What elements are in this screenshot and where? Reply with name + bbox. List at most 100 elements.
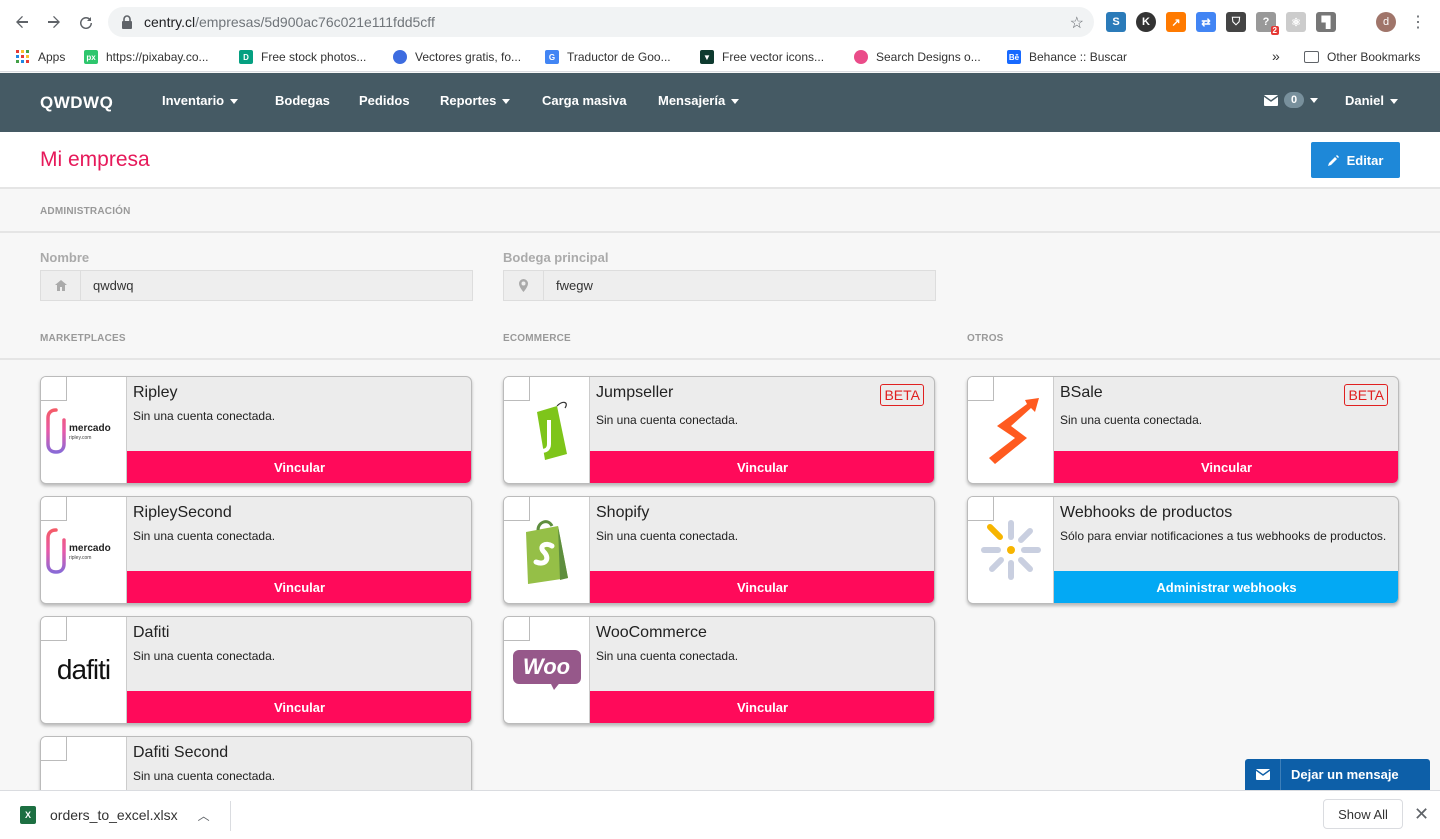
- extension-shield-icon[interactable]: ⛉: [1226, 12, 1246, 32]
- logo-subtext: ripley.com: [69, 555, 92, 561]
- bookmark-label: Free vector icons...: [722, 50, 825, 64]
- logo-text: mercado: [69, 423, 111, 434]
- logo-text: dafiti: [56, 654, 111, 685]
- nav-inventario[interactable]: Inventario: [162, 93, 239, 108]
- extension-paint-icon[interactable]: ▜: [1316, 12, 1336, 32]
- home-icon: [41, 271, 81, 300]
- vincular-button[interactable]: Vincular: [1054, 451, 1398, 483]
- show-all-button[interactable]: Show All: [1323, 799, 1403, 829]
- vincular-button[interactable]: Vincular: [590, 691, 934, 723]
- user-name: Daniel: [1345, 93, 1385, 108]
- nombre-field[interactable]: qwdwq: [40, 270, 473, 301]
- nav-pedidos[interactable]: Pedidos: [359, 93, 410, 108]
- extension-k-icon[interactable]: K: [1136, 12, 1156, 32]
- caret-down-icon: [1390, 99, 1399, 105]
- vincular-button[interactable]: Vincular: [127, 451, 471, 483]
- back-icon[interactable]: [6, 6, 38, 38]
- map-marker-icon: [504, 271, 544, 300]
- nav-label: Bodegas: [275, 93, 330, 108]
- bookmark-label: https://pixabay.co...: [106, 50, 209, 64]
- caret-down-icon: [1310, 97, 1319, 103]
- vincular-button[interactable]: Vincular: [590, 571, 934, 603]
- card-bsale: BSale BETA Sin una cuenta conectada. Vin…: [967, 376, 1399, 484]
- leave-message-label: Dejar un mensaje: [1291, 767, 1399, 782]
- card-desc: Sin una cuenta conectada.: [133, 409, 276, 423]
- bookmark-pixabay[interactable]: px https://pixabay.co...: [84, 50, 209, 64]
- vincular-button[interactable]: Vincular: [127, 691, 471, 723]
- downloads-bar: X orders_to_excel.xlsx ︿ Show All ✕: [0, 790, 1440, 839]
- envelope-icon: [1264, 94, 1278, 106]
- bookmark-star-icon[interactable]: ☆: [1070, 13, 1084, 33]
- edit-button[interactable]: Editar: [1311, 142, 1400, 178]
- address-bar[interactable]: centry.cl/empresas/5d900ac76c021e111fdd5…: [108, 7, 1094, 37]
- card-checkbox[interactable]: [41, 377, 67, 401]
- vincular-button[interactable]: Vincular: [127, 571, 471, 603]
- card-desc: Sin una cuenta conectada.: [133, 529, 276, 543]
- administrar-webhooks-button[interactable]: Administrar webhooks: [1054, 571, 1398, 603]
- extension-chart-icon[interactable]: ↗: [1166, 12, 1186, 32]
- chevron-up-icon[interactable]: ︿: [198, 807, 210, 824]
- page-title: Mi empresa: [40, 148, 150, 171]
- card-checkbox[interactable]: [504, 617, 530, 641]
- beta-badge: BETA: [1344, 384, 1388, 406]
- bookmark-traductor[interactable]: G Traductor de Goo...: [545, 50, 671, 64]
- forward-icon[interactable]: [38, 6, 70, 38]
- bookmark-free-stock[interactable]: D Free stock photos...: [239, 50, 366, 64]
- nav-mensajeria[interactable]: Mensajería: [658, 93, 740, 108]
- mail-count-badge: 0: [1284, 92, 1305, 108]
- card-ripley-second: mercado ripley.com RipleySecond Sin una …: [40, 496, 472, 604]
- card-checkbox[interactable]: [41, 737, 67, 761]
- card-checkbox[interactable]: [968, 497, 994, 521]
- bookmark-behance[interactable]: Bē Behance :: Buscar: [1007, 50, 1127, 64]
- other-bookmarks[interactable]: Other Bookmarks: [1304, 50, 1420, 64]
- nav-carga-masiva[interactable]: Carga masiva: [542, 93, 627, 108]
- edit-label: Editar: [1346, 152, 1384, 168]
- flaticon-icon: ▼: [700, 50, 714, 64]
- card-name: Webhooks de productos: [1060, 504, 1233, 521]
- card-checkbox[interactable]: [41, 497, 67, 521]
- bookmark-label: Vectores gratis, fo...: [415, 50, 522, 64]
- bookmark-dribbble[interactable]: Search Designs o...: [854, 50, 981, 64]
- nav-bodegas[interactable]: Bodegas: [275, 93, 330, 108]
- bookmark-label: Apps: [38, 50, 66, 64]
- card-desc: Sin una cuenta conectada.: [596, 413, 739, 427]
- brand-logo[interactable]: QWDWQ: [40, 93, 113, 113]
- bookmark-apps[interactable]: Apps: [16, 50, 65, 64]
- extension-s-icon[interactable]: S: [1106, 12, 1126, 32]
- pencil-icon: [1327, 154, 1339, 166]
- bookmark-label: Behance :: Buscar: [1029, 50, 1128, 64]
- lock-icon: [122, 15, 132, 29]
- extension-react-icon[interactable]: ⚛: [1286, 12, 1306, 32]
- other-bookmarks-label: Other Bookmarks: [1327, 50, 1421, 64]
- bookmark-vectores[interactable]: Vectores gratis, fo...: [393, 50, 521, 64]
- browser-menu-icon[interactable]: ⋮: [1410, 12, 1426, 32]
- nav-label: Inventario: [162, 93, 225, 108]
- close-icon[interactable]: ✕: [1414, 804, 1429, 825]
- card-desc: Sin una cuenta conectada.: [133, 769, 276, 783]
- bodega-field[interactable]: fwegw: [503, 270, 936, 301]
- bookmark-label: Search Designs o...: [876, 50, 981, 64]
- download-item[interactable]: X orders_to_excel.xlsx ︿: [20, 806, 210, 824]
- card-checkbox[interactable]: [968, 377, 994, 401]
- dribbble-icon: [854, 50, 868, 64]
- profile-avatar[interactable]: d: [1376, 12, 1396, 32]
- bookmarks-overflow-icon[interactable]: »: [1272, 48, 1280, 64]
- divider: [230, 801, 231, 831]
- section-admin: ADMINISTRACIÓN: [40, 206, 131, 217]
- vincular-button[interactable]: Vincular: [590, 451, 934, 483]
- section-otros: OTROS: [967, 333, 1004, 344]
- user-menu[interactable]: Daniel: [1345, 93, 1399, 108]
- extension-translate-icon[interactable]: ⇄: [1196, 12, 1216, 32]
- card-checkbox[interactable]: [41, 617, 67, 641]
- card-checkbox[interactable]: [504, 497, 530, 521]
- nav-reportes[interactable]: Reportes: [440, 93, 511, 108]
- card-desc: Sin una cuenta conectada.: [596, 529, 739, 543]
- card-checkbox[interactable]: [504, 377, 530, 401]
- reload-icon[interactable]: [70, 6, 102, 38]
- extension-help-icon[interactable]: ? 2: [1256, 12, 1279, 35]
- mail-dropdown[interactable]: 0: [1264, 92, 1319, 108]
- leave-message-button[interactable]: Dejar un mensaje: [1245, 759, 1430, 790]
- bookmark-free-vector[interactable]: ▼ Free vector icons...: [700, 50, 824, 64]
- divider: [0, 231, 1440, 233]
- logo-subtext: ripley.com: [69, 435, 92, 441]
